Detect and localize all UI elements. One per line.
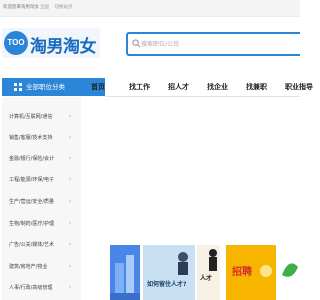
category-label: 金融/银行/保险/会计 [9, 156, 55, 162]
search-icon [132, 39, 141, 48]
chevron-right-icon: › [69, 113, 72, 120]
nav-item-career-guide[interactable]: 职业指导 [285, 78, 313, 96]
nav-item-companies[interactable]: 找企业 [207, 78, 228, 96]
category-label: 人事/行政/高级管理 [9, 285, 53, 291]
all-categories-button[interactable]: 全部职位分类 [2, 78, 105, 96]
nav-item-part-time[interactable]: 找兼职 [246, 78, 267, 96]
city-link[interactable]: 全国 [40, 5, 49, 10]
person-silhouette-icon [209, 249, 217, 271]
search-box[interactable] [126, 32, 300, 56]
banner-retain-talent-text: 如何留住人才? [147, 281, 187, 288]
category-item[interactable]: 广告/公关/媒体/艺术 › [2, 235, 81, 255]
all-categories-label: 全部职位分类 [26, 83, 65, 91]
megaphone-icon [260, 265, 272, 277]
category-label: 计算机/互联网/通信 [9, 114, 53, 120]
building-illustration-icon [110, 255, 140, 300]
banner-tech[interactable] [110, 245, 140, 300]
category-sidebar: 计算机/互联网/通信 › 销售/客服/技术支持 › 金融/银行/保险/会计 › 工程/… [2, 97, 81, 300]
category-label: 建筑/房地产/物业 [9, 264, 48, 270]
category-item[interactable]: 人事/行政/高级管理 › [2, 278, 81, 298]
top-bar: 欢迎您来淘男淘女 全国 切换站点 [0, 0, 300, 17]
category-item[interactable]: 计算机/互联网/通信 › [2, 107, 81, 127]
category-label: 生物/制药/医疗/护理 [9, 221, 55, 227]
chevron-right-icon: › [69, 220, 72, 227]
grid-icon [14, 83, 22, 91]
category-label: 销售/客服/技术支持 [9, 135, 53, 141]
chevron-right-icon: › [69, 241, 72, 248]
person-illustration-icon [178, 252, 188, 275]
logo-badge: TOO [4, 31, 28, 55]
category-item[interactable]: 销售/客服/技术支持 › [2, 128, 81, 148]
chevron-right-icon: › [69, 198, 72, 205]
leaf-icon [282, 263, 298, 277]
top-links: 全国 切换站点 [40, 4, 76, 10]
chevron-right-icon: › [69, 176, 72, 183]
welcome-text: 欢迎您来淘男淘女 [3, 5, 39, 10]
banner-retain-talent[interactable]: 如何留住人才? [143, 245, 195, 300]
logo-text: 淘男淘女 [30, 37, 97, 57]
category-item[interactable]: 生产/营运/安全/质量 › [2, 192, 81, 212]
search-input[interactable] [141, 37, 291, 51]
nav-item-home[interactable]: 首页 [91, 78, 105, 96]
nav-item-recruit[interactable]: 招人才 [168, 78, 189, 96]
category-item[interactable]: 生物/制药/医疗/护理 › [2, 214, 81, 234]
banner-leaf[interactable] [278, 245, 300, 300]
nav-item-find-job[interactable]: 找工作 [129, 78, 150, 96]
main-nav: 首页 找工作 招人才 找企业 找兼职 职业指导 [91, 78, 313, 96]
chevron-right-icon: › [69, 155, 72, 162]
banner-talent[interactable]: 人才 [197, 245, 220, 300]
nav-divider [105, 96, 300, 97]
chevron-right-icon: › [69, 134, 72, 141]
switch-site-link[interactable]: 切换站点 [54, 5, 72, 10]
site-logo[interactable]: TOO 淘男淘女 [2, 28, 100, 58]
category-item[interactable]: 金融/银行/保险/会计 › [2, 149, 81, 169]
banner-hiring[interactable]: 招聘 [226, 245, 276, 300]
category-item[interactable]: 工程/能源/环保/电子 › [2, 170, 81, 190]
category-label: 广告/公关/媒体/艺术 [9, 242, 55, 248]
category-label: 生产/营运/安全/质量 [9, 199, 55, 205]
category-item[interactable]: 建筑/房地产/物业 › [2, 257, 81, 277]
chevron-right-icon: › [69, 284, 72, 291]
category-label: 工程/能源/环保/电子 [9, 177, 55, 183]
chevron-right-icon: › [69, 263, 72, 270]
